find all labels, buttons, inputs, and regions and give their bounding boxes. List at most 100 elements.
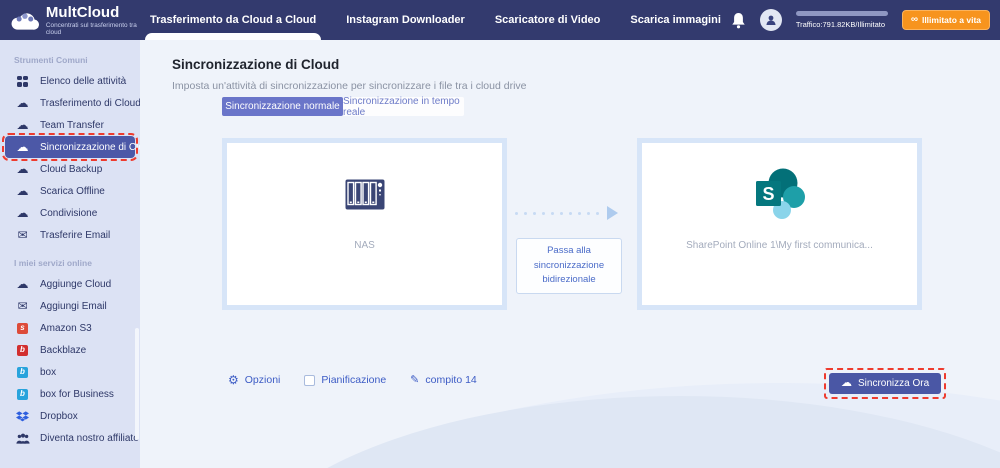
sidebar-item-cloud-backup[interactable]: ☁ Cloud Backup xyxy=(5,158,135,180)
sidebar-item-label: Scarica Offline xyxy=(40,185,105,197)
mail-plus-icon: ✉ xyxy=(17,299,28,313)
sidebar-item-add-email[interactable]: ✉ Aggiungi Email xyxy=(5,295,135,317)
sync-mode-tabs: Sincronizzazione normale Sincronizzazion… xyxy=(222,96,464,118)
notifications-bell-icon[interactable] xyxy=(731,12,746,29)
infinity-icon: ∞ xyxy=(910,14,918,25)
nav-tab-label: Instagram Downloader xyxy=(346,14,465,26)
sidebar-item-label: Aggiungi Email xyxy=(40,300,107,312)
active-tab-indicator xyxy=(145,33,322,40)
target-cloud-panel[interactable]: S SharePoint Online 1\My first communica… xyxy=(637,138,922,310)
traffic-label: Traffico:791.82KB/Illimitato xyxy=(795,20,886,29)
backblaze-icon: b xyxy=(17,344,28,356)
grid-icon xyxy=(15,75,30,87)
sidebar-item-task-list[interactable]: Elenco delle attività xyxy=(5,70,135,92)
box-icon: b xyxy=(17,366,28,378)
sidebar-item-cloud-transfer[interactable]: ☁ Trasferimento di Cloud xyxy=(5,92,141,114)
nav-tab-instagram-downloader[interactable]: Instagram Downloader xyxy=(346,0,465,40)
page-title: Sincronizzazione di Cloud xyxy=(172,57,340,73)
sidebar-item-label: box xyxy=(40,366,57,378)
sidebar-item-email-transfer[interactable]: ✉ Trasferire Email xyxy=(5,224,135,246)
logo-title: MultCloud xyxy=(45,3,120,21)
sidebar-item-backblaze[interactable]: b Backblaze xyxy=(5,339,135,361)
sync-now-label: Sincronizza Ora xyxy=(858,378,930,389)
mail-icon: ✉ xyxy=(17,228,28,242)
logo-text: MultCloud Concentrati sul trasferimento … xyxy=(46,5,150,36)
nav-tab-label: Trasferimento da Cloud a Cloud xyxy=(150,14,317,26)
task-controls-row: ⚙ Opzioni Pianificazione ✎ compito 14 xyxy=(228,374,477,386)
page-subtitle: Imposta un'attività di sincronizzazione … xyxy=(172,79,527,92)
sharepoint-icon: S xyxy=(753,159,807,229)
cloud-transfer-icon: ☁ xyxy=(16,96,29,110)
gear-icon: ⚙ xyxy=(228,373,239,387)
sidebar-item-label: Sincronizzazione di Cloud xyxy=(40,141,140,153)
sidebar-item-add-cloud[interactable]: ☁ Aggiunge Cloud xyxy=(5,273,135,295)
arrow-right-icon xyxy=(607,206,618,220)
multcloud-cloud-icon xyxy=(11,12,39,30)
sidebar-item-dropbox[interactable]: Dropbox xyxy=(5,405,135,427)
sidebar-scrollbar-thumb[interactable] xyxy=(135,328,139,440)
pencil-icon: ✎ xyxy=(410,373,420,386)
sync-now-button[interactable]: ☁ Sincronizza Ora xyxy=(829,373,942,394)
cloud-sync-icon: ☁ xyxy=(16,140,29,154)
task-name-editor[interactable]: ✎ compito 14 xyxy=(410,374,477,386)
upgrade-lifetime-button[interactable]: ∞ Illimitato a vita xyxy=(901,10,990,30)
sidebar-item-affiliate[interactable]: Diventa nostro affiliato xyxy=(5,427,139,449)
nas-icon xyxy=(345,159,385,229)
tab-normal-sync[interactable]: Sincronizzazione normale xyxy=(222,97,343,116)
sidebar-item-label: Trasferire Email xyxy=(40,229,111,241)
sidebar-item-label: Diventa nostro affiliato xyxy=(40,432,139,444)
nav-tab-label: Scarica immagini xyxy=(630,14,721,26)
user-avatar[interactable] xyxy=(759,9,782,31)
sync-now-highlight: ☁ Sincronizza Ora xyxy=(824,368,947,399)
target-cloud-label: SharePoint Online 1\My first communica..… xyxy=(686,240,873,251)
options-button[interactable]: ⚙ Opzioni xyxy=(228,374,280,386)
nav-tab-image-downloader[interactable]: Scarica immagini xyxy=(630,0,721,40)
sidebar-item-offline-download[interactable]: ☁ Scarica Offline xyxy=(5,180,135,202)
cloud-backup-icon: ☁ xyxy=(16,162,29,176)
schedule-toggle[interactable]: Pianificazione xyxy=(304,374,386,386)
sync-direction-arrow xyxy=(515,206,618,220)
cloud-sync-button-icon: ☁ xyxy=(841,377,852,389)
sidebar-item-box-for-business[interactable]: b box for Business xyxy=(5,383,135,405)
box-business-icon: b xyxy=(17,388,28,400)
nav-tab-cloud-transfer[interactable]: Trasferimento da Cloud a Cloud xyxy=(145,0,322,40)
tab-realtime-sync[interactable]: Sincronizzazione in tempo reale xyxy=(343,96,464,118)
sidebar: Strumenti Comuni Elenco delle attività ☁… xyxy=(0,40,140,468)
person-icon xyxy=(766,15,776,25)
sidebar-item-label: Team Transfer xyxy=(40,119,104,131)
cloud-team-icon: ☁ xyxy=(16,118,29,132)
dropbox-icon xyxy=(16,410,29,421)
sidebar-item-label: Elenco delle attività xyxy=(40,75,127,87)
sidebar-item-sharing[interactable]: ☁ Condivisione xyxy=(5,202,135,224)
nav-tab-label: Scaricatore di Video xyxy=(494,14,601,26)
sidebar-item-amazon-s3[interactable]: s Amazon S3 xyxy=(5,317,135,339)
multcloud-logo[interactable]: MultCloud Concentrati sul trasferimento … xyxy=(0,0,150,40)
sidebar-item-box[interactable]: b box xyxy=(5,361,135,383)
sidebar-item-label: Trasferimento di Cloud xyxy=(40,97,140,109)
schedule-checkbox[interactable] xyxy=(304,374,316,386)
people-icon xyxy=(15,433,30,444)
header-right-cluster: Traffico:791.82KB/Illimitato ∞ Illimitat… xyxy=(731,0,1000,40)
sidebar-item-label: Condivisione xyxy=(40,207,98,219)
cloud-plus-icon: ☁ xyxy=(16,277,29,291)
sidebar-item-cloud-sync[interactable]: ☁ Sincronizzazione di Cloud xyxy=(2,133,140,161)
svg-text:S: S xyxy=(762,184,774,204)
source-cloud-panel[interactable]: NAS xyxy=(222,138,507,310)
amazon-s3-icon: s xyxy=(17,322,28,334)
sidebar-item-label: Amazon S3 xyxy=(40,322,92,334)
app-root: MultCloud Concentrati sul trasferimento … xyxy=(0,0,1000,468)
task-name-label: compito 14 xyxy=(425,374,477,386)
cloud-download-icon: ☁ xyxy=(16,184,29,198)
sidebar-item-label: Backblaze xyxy=(40,344,87,356)
nav-tab-video-downloader[interactable]: Scaricatore di Video xyxy=(495,0,601,40)
sidebar-section-online-services: I miei servizi online xyxy=(14,258,92,268)
source-cloud-label: NAS xyxy=(354,240,375,251)
sidebar-item-label: Dropbox xyxy=(40,410,78,422)
main-content: Sincronizzazione di Cloud Imposta un'att… xyxy=(140,40,1000,468)
top-header: MultCloud Concentrati sul trasferimento … xyxy=(0,0,1000,40)
sidebar-item-team-transfer[interactable]: ☁ Team Transfer xyxy=(5,114,135,136)
traffic-progress-bar xyxy=(795,11,888,16)
options-label: Opzioni xyxy=(244,374,281,386)
upgrade-label: Illimitato a vita xyxy=(921,15,981,25)
switch-bidirectional-button[interactable]: Passa alla sincronizzazione bidirezional… xyxy=(516,238,622,295)
